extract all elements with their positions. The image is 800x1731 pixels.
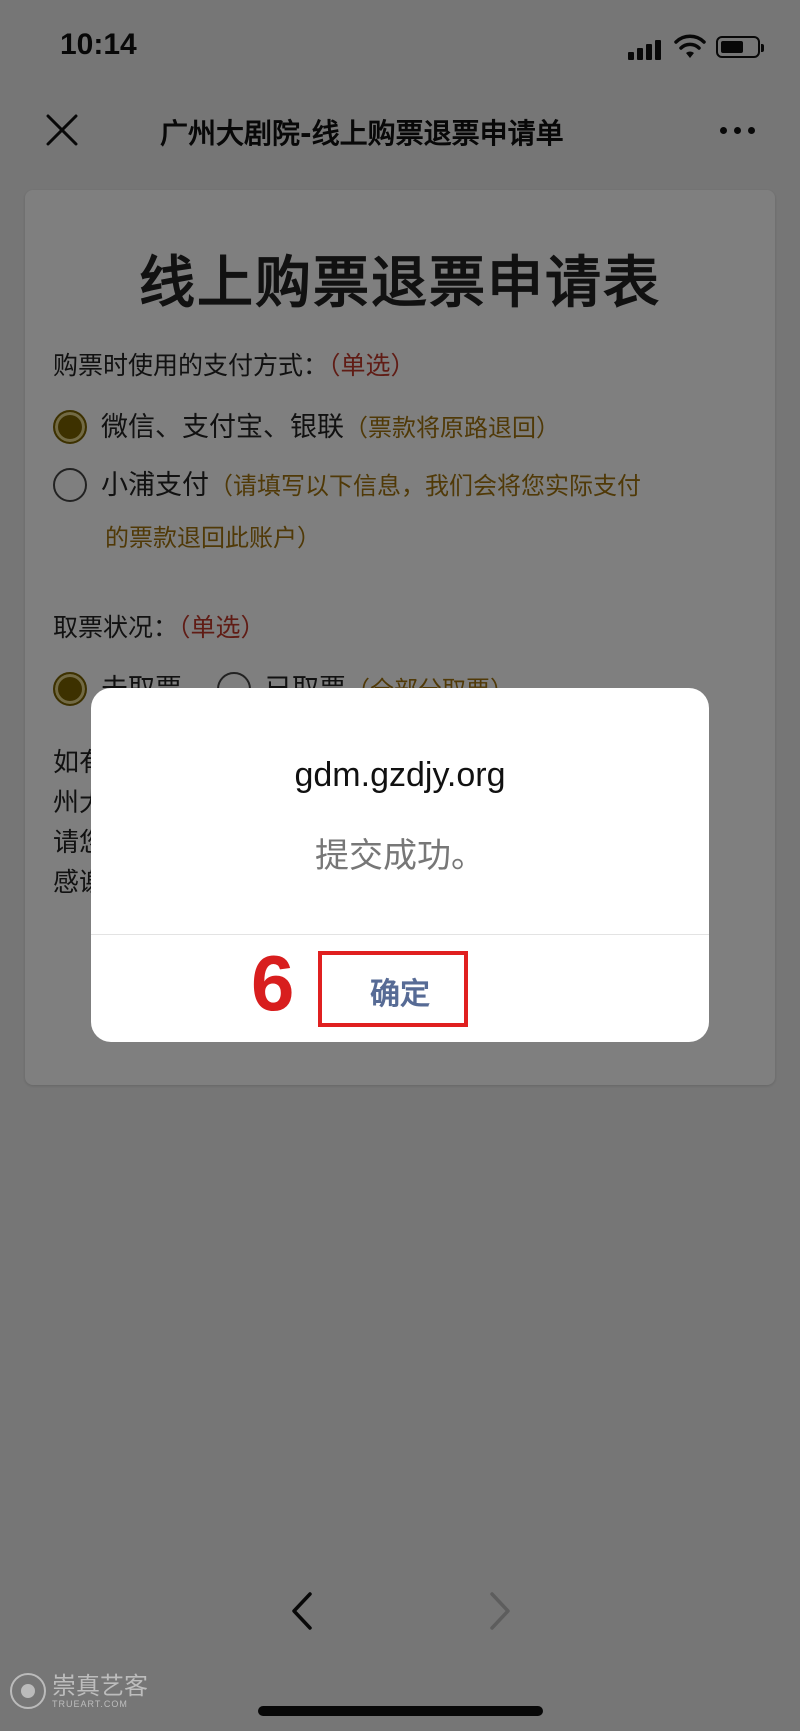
annotation-step-number: 6 [251, 939, 295, 1027]
alert-dialog: gdm.gzdjy.org 提交成功。 确定 6 [91, 688, 709, 1042]
watermark-en: TRUEART.COM [52, 1699, 128, 1709]
watermark-text: 崇真艺客 TRUEART.COM [52, 1673, 148, 1709]
watermark: 崇真艺客 TRUEART.COM [10, 1673, 148, 1709]
dialog-message: 提交成功。 [315, 836, 485, 876]
dialog-host: gdm.gzdjy.org [294, 756, 506, 794]
annotation-highlight-box [318, 951, 468, 1027]
watermark-cn: 崇真艺客 [52, 1672, 148, 1700]
watermark-logo-icon [10, 1673, 46, 1709]
